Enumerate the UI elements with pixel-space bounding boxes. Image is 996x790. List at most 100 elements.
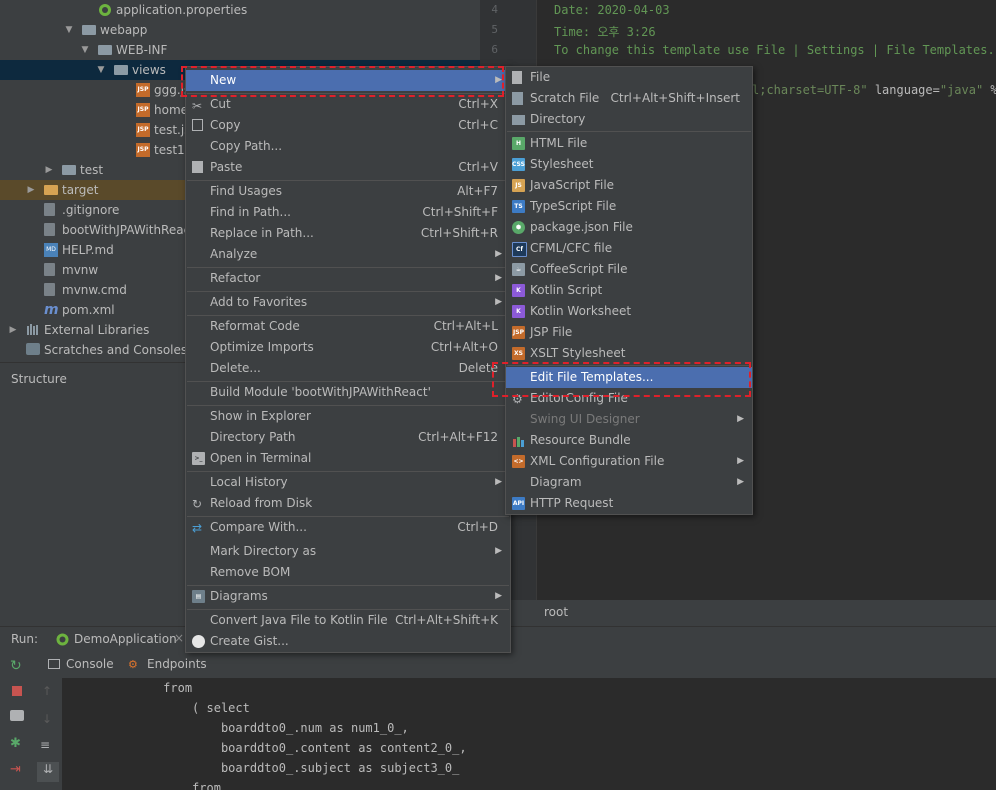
coffeescript-icon: ☕ <box>512 263 525 276</box>
menu-item-jsp-file[interactable]: JSP JSP File <box>506 322 752 343</box>
menu-separator <box>187 516 509 517</box>
stop-icon[interactable] <box>12 686 22 696</box>
chevron-down-icon[interactable]: ▼ <box>96 60 106 80</box>
breadcrumb[interactable]: root <box>544 605 568 619</box>
menu-item-find-usages[interactable]: Find Usages Alt+F7 <box>186 181 510 202</box>
down-icon[interactable]: ↓ <box>42 712 52 726</box>
chevron-right-icon[interactable]: ▶ <box>44 160 54 180</box>
menu-item-file[interactable]: File <box>506 67 752 88</box>
tab-console[interactable]: Console <box>66 657 114 671</box>
tree-item[interactable]: ▼ WEB-INF <box>0 40 480 60</box>
submenu-arrow-icon: ▶ <box>495 591 502 601</box>
terminal-icon: >_ <box>192 452 205 465</box>
menu-item-reformat-code[interactable]: Reformat Code Ctrl+Alt+L <box>186 316 510 337</box>
code-attr: language= <box>867 83 940 97</box>
menu-item-optimize-imports[interactable]: Optimize Imports Ctrl+Alt+O <box>186 337 510 358</box>
menu-item-remove-bom[interactable]: Remove BOM <box>186 562 510 583</box>
paste-icon <box>192 161 203 173</box>
run-config-tab[interactable]: DemoApplication <box>74 632 177 646</box>
jsp-file-icon: JSP <box>136 123 150 137</box>
menu-item-resource-bundle[interactable]: Resource Bundle <box>506 430 752 451</box>
menu-item-delete[interactable]: Delete... Delete <box>186 358 510 379</box>
menu-item-javascript-file[interactable]: JS JavaScript File <box>506 175 752 196</box>
menu-item-paste[interactable]: Paste Ctrl+V <box>186 157 510 178</box>
menu-item-coffeescript-file[interactable]: ☕ CoffeeScript File <box>506 259 752 280</box>
menu-item-swing-ui-designer: Swing UI Designer ▶ <box>506 409 752 430</box>
tab-endpoints[interactable]: Endpoints <box>147 657 207 671</box>
menu-item-kotlin-worksheet[interactable]: K Kotlin Worksheet <box>506 301 752 322</box>
menu-item-label: Compare With... <box>210 520 307 534</box>
menu-item-diagrams[interactable]: ▤ Diagrams ▶ <box>186 586 510 607</box>
menu-item-label: File <box>530 70 551 84</box>
menu-item-convert-java-file-to-kotlin-file[interactable]: Convert Java File to Kotlin File Ctrl+Alt… <box>186 610 510 631</box>
scroll-to-end-icon[interactable]: ⇊ <box>37 762 59 782</box>
menu-item-cut[interactable]: ✂ Cut Ctrl+X <box>186 94 510 115</box>
menu-item-label: Open in Terminal <box>210 451 312 465</box>
menu-separator <box>187 609 509 610</box>
xslt-icon: XS <box>512 347 525 360</box>
menu-item-replace-in-path[interactable]: Replace in Path... Ctrl+Shift+R <box>186 223 510 244</box>
menu-item-diagram[interactable]: Diagram ▶ <box>506 472 752 493</box>
menu-item-xslt-stylesheet[interactable]: XS XSLT Stylesheet <box>506 343 752 364</box>
menu-item-copy-path[interactable]: Copy Path... <box>186 136 510 157</box>
maven-icon: m <box>44 302 59 318</box>
menu-item-cfml-cfc-file[interactable]: Cf CFML/CFC file <box>506 238 752 259</box>
submenu-arrow-icon: ▶ <box>495 249 502 259</box>
menu-item-label: Diagrams <box>210 589 268 603</box>
code-string: "java" <box>939 83 984 97</box>
exit-icon[interactable]: ⇥ <box>10 762 21 777</box>
menu-item-show-in-explorer[interactable]: Show in Explorer <box>186 406 510 427</box>
menu-item-compare-with[interactable]: ⇄ Compare With... Ctrl+D <box>186 517 510 538</box>
chevron-down-icon[interactable]: ▼ <box>80 40 90 60</box>
menu-separator <box>187 381 509 382</box>
menu-item-label: Optimize Imports <box>210 340 314 354</box>
menu-item-add-to-favorites[interactable]: Add to Favorites ▶ <box>186 292 510 313</box>
menu-item-find-in-path[interactable]: Find in Path... Ctrl+Shift+F <box>186 202 510 223</box>
new-submenu: File Scratch File Ctrl+Alt+Shift+Insert Dir… <box>505 66 753 515</box>
menu-item-typescript-file[interactable]: TS TypeScript File <box>506 196 752 217</box>
menu-item-package-json-file[interactable]: ⬢ package.json File <box>506 217 752 238</box>
markdown-icon: MD <box>44 243 58 257</box>
submenu-arrow-icon: ▶ <box>495 477 502 487</box>
rerun-icon[interactable]: ↻ <box>10 658 22 674</box>
menu-item-directory[interactable]: Directory <box>506 109 752 130</box>
menu-item-refactor[interactable]: Refactor ▶ <box>186 268 510 289</box>
submenu-arrow-icon: ▶ <box>495 546 502 556</box>
tree-item[interactable]: application.properties <box>0 0 480 20</box>
up-icon[interactable]: ↑ <box>42 684 52 698</box>
submenu-arrow-icon: ▶ <box>737 456 744 466</box>
menu-item-label: CFML/CFC file <box>530 241 613 255</box>
chevron-right-icon[interactable]: ▶ <box>26 180 36 200</box>
menu-item-xml-configuration-file[interactable]: <> XML Configuration File ▶ <box>506 451 752 472</box>
menu-item-scratch-file[interactable]: Scratch File Ctrl+Alt+Shift+Insert <box>506 88 752 109</box>
ts-file-icon: TS <box>512 200 525 213</box>
menu-item-label: Directory Path <box>210 430 296 444</box>
tree-item[interactable]: ▼ webapp <box>0 20 480 40</box>
menu-item-local-history[interactable]: Local History ▶ <box>186 472 510 493</box>
camera-icon[interactable] <box>10 710 24 721</box>
menu-item-http-request[interactable]: API HTTP Request <box>506 493 752 514</box>
menu-item-create-gist[interactable]: Create Gist... <box>186 631 510 652</box>
chevron-right-icon[interactable]: ▶ <box>8 320 18 340</box>
console-output[interactable]: from ( select boarddto0_.num as num1_0_,… <box>62 678 996 790</box>
menu-item-mark-directory-as[interactable]: Mark Directory as ▶ <box>186 541 510 562</box>
menu-item-html-file[interactable]: H HTML File <box>506 133 752 154</box>
console-line: boarddto0_.content as content2_0_, <box>62 741 467 755</box>
menu-item-kotlin-script[interactable]: K Kotlin Script <box>506 280 752 301</box>
menu-item-reload-from-disk[interactable]: ↻ Reload from Disk <box>186 493 510 514</box>
soft-wrap-icon[interactable]: ≡ <box>40 738 50 752</box>
menu-item-stylesheet[interactable]: CSS Stylesheet <box>506 154 752 175</box>
menu-item-copy[interactable]: Copy Ctrl+C <box>186 115 510 136</box>
menu-item-open-in-terminal[interactable]: >_ Open in Terminal <box>186 448 510 469</box>
submenu-arrow-icon: ▶ <box>737 477 744 487</box>
menu-item-directory-path[interactable]: Directory Path Ctrl+Alt+F12 <box>186 427 510 448</box>
iml-icon <box>44 223 55 236</box>
chevron-down-icon[interactable]: ▼ <box>64 20 74 40</box>
menu-item-analyze[interactable]: Analyze ▶ <box>186 244 510 265</box>
menu-item-shortcut: Ctrl+Alt+Shift+K <box>395 613 498 627</box>
menu-item-build-module-bootwithjpawithreact[interactable]: Build Module 'bootWithJPAWithReact' <box>186 382 510 403</box>
comment-line: Date: 2020-04-03 <box>554 3 670 17</box>
compare-icon: ⇄ <box>192 521 203 535</box>
debug-icon[interactable]: ✱ <box>10 736 21 751</box>
close-icon[interactable]: × <box>174 631 184 645</box>
